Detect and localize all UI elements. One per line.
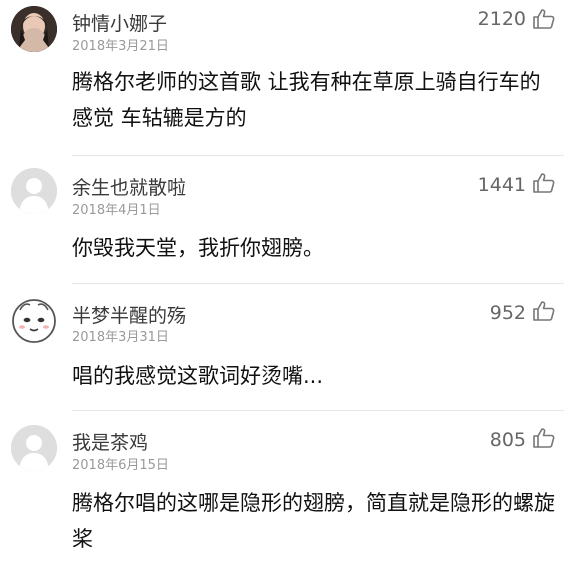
comment-item: 余生也就散啦 2018年4月1日 1441 你毁我天堂，我折你翅膀。 [0,156,564,283]
avatar[interactable] [11,168,57,214]
comment-text: 腾格尔唱的这哪是隐形的翅膀，简直就是隐形的螺旋桨 [72,491,555,551]
photo-avatar-icon [11,6,57,52]
like-count: 952 [489,302,526,324]
thumbs-up-icon[interactable] [532,7,556,31]
thumbs-up-icon[interactable] [532,299,556,323]
comment-item: 半梦半醒的殇 2018年3月31日 952 唱的我感觉这歌词好烫嘴... [0,284,564,410]
like-count: 2120 [477,8,526,30]
avatar[interactable] [11,298,57,344]
username[interactable]: 余生也就散啦 [72,173,186,200]
comment-date: 2018年6月15日 [72,458,169,473]
comment-item: 我是茶鸡 2018年6月15日 805 腾格尔唱的这哪是隐形的翅膀，简直就是隐形… [0,411,564,576]
like-count: 805 [489,429,526,451]
thumbs-up-icon[interactable] [532,171,556,195]
comment-date: 2018年4月1日 [72,203,161,218]
thumbs-up-icon[interactable] [532,426,556,450]
default-person-icon [11,168,57,214]
comment-date: 2018年3月31日 [72,330,169,345]
comment-date: 2018年3月21日 [72,39,169,54]
comment-item: 钟情小娜子 2018年3月21日 2120 腾格尔老师的这首歌 让我有种在草原上… [0,0,564,155]
avatar[interactable] [11,425,57,471]
username[interactable]: 我是茶鸡 [72,428,148,455]
default-person-icon [11,425,57,471]
username[interactable]: 钟情小娜子 [72,9,167,36]
username[interactable]: 半梦半醒的殇 [72,301,186,328]
comment-text: 唱的我感觉这歌词好烫嘴... [72,364,324,388]
comment-text: 你毁我天堂，我折你翅膀。 [72,236,324,260]
comment-text: 腾格尔老师的这首歌 让我有种在草原上骑自行车的感觉 车轱辘是方的 [72,70,541,130]
like-count: 1441 [477,174,526,196]
cartoon-face-icon [12,299,56,343]
avatar[interactable] [11,6,57,52]
